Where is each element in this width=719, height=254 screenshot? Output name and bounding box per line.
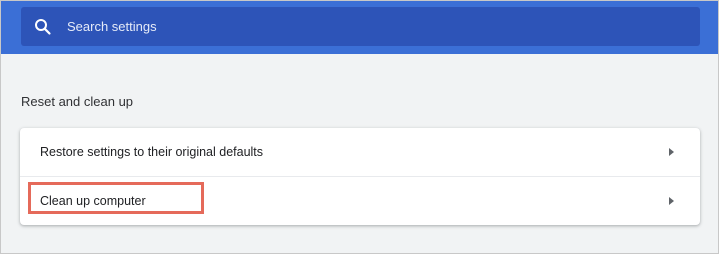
restore-defaults-row[interactable]: Restore settings to their original defau… bbox=[20, 128, 700, 176]
search-input[interactable] bbox=[67, 19, 627, 34]
clean-up-computer-label: Clean up computer bbox=[40, 194, 146, 208]
chevron-right-icon bbox=[669, 197, 674, 205]
settings-window: Reset and clean up Restore settings to t… bbox=[0, 0, 719, 254]
settings-header bbox=[1, 1, 718, 54]
restore-defaults-label: Restore settings to their original defau… bbox=[40, 145, 264, 159]
search-bar[interactable] bbox=[21, 7, 700, 46]
section-title: Reset and clean up bbox=[21, 94, 134, 109]
chevron-right-icon bbox=[669, 148, 674, 156]
clean-up-computer-row[interactable]: Clean up computer bbox=[20, 176, 700, 225]
reset-card: Restore settings to their original defau… bbox=[20, 128, 700, 225]
search-icon[interactable] bbox=[33, 17, 53, 37]
